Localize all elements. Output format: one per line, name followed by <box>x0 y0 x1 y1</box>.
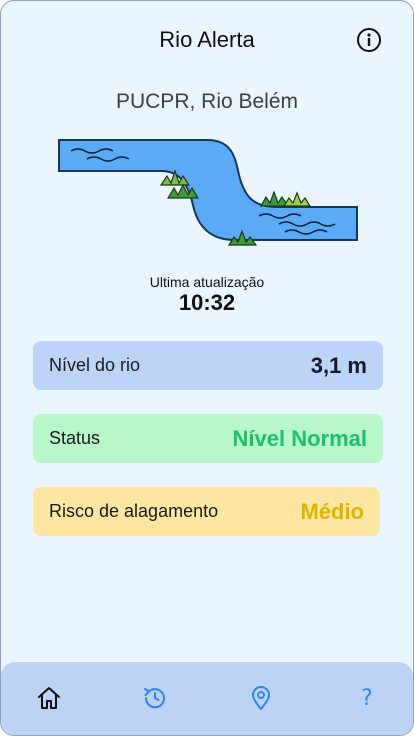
river-level-value: 3,1 m <box>310 352 367 378</box>
flood-risk-value: Médio <box>300 498 364 524</box>
location-name: PUCPR, Rio Belém <box>115 90 299 113</box>
flood-risk-label: Risco de alagamento <box>49 501 219 521</box>
river-level-card: Nível do rio 3,1 m <box>33 341 383 390</box>
status-label: Status <box>49 428 101 448</box>
help-icon: ? <box>361 685 373 711</box>
info-icon <box>357 28 381 52</box>
home-icon <box>38 687 60 709</box>
nav-help[interactable]: ? <box>353 684 381 712</box>
page-title: Rio Alerta <box>159 27 255 52</box>
history-icon <box>144 688 165 709</box>
status-card: Status Nível Normal <box>33 414 383 463</box>
status-value: Nível Normal <box>232 425 368 451</box>
map-pin-icon <box>252 686 270 710</box>
nav-history[interactable] <box>141 684 169 712</box>
river-illustration <box>58 139 358 246</box>
river-level-label: Nível do rio <box>49 355 141 375</box>
nav-map[interactable] <box>247 684 275 712</box>
nav-home[interactable] <box>35 684 63 712</box>
info-button[interactable] <box>356 27 382 53</box>
app-screen: Rio Alerta PUCPR, Rio Belém Ultima atual… <box>0 0 414 736</box>
last-update-label: Ultima atualização <box>149 274 265 290</box>
flood-risk-card: Risco de alagamento Médio <box>33 487 380 536</box>
bottom-nav: ? <box>1 662 413 735</box>
last-update-time: 10:32 <box>178 290 236 315</box>
